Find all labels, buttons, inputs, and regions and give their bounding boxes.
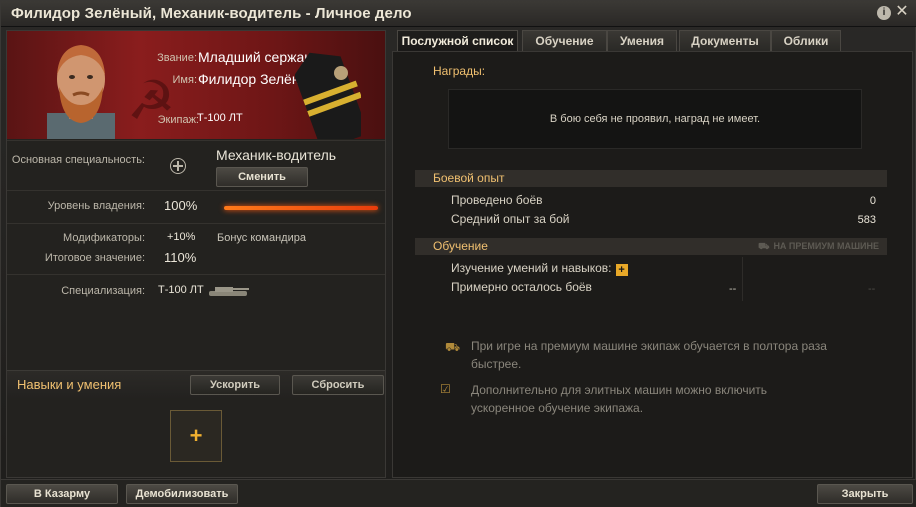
elite-note: Дополнительно для элитных машин можно вк… — [471, 383, 768, 415]
crew-label: Экипаж: — [157, 114, 199, 126]
accelerate-button[interactable]: Ускорить — [190, 375, 280, 395]
specialty-value: Механик-водитель — [216, 147, 337, 163]
skills-study-label: Изучение умений и навыков: — [451, 261, 612, 275]
add-icon[interactable]: + — [615, 264, 628, 276]
rank-label: Звание: — [157, 52, 197, 64]
battles-label: Проведено боёв — [451, 193, 543, 207]
battles-value: 0 — [869, 195, 876, 207]
personal-file-window: Филидор Зелёный, Механик-водитель - Личн… — [0, 0, 916, 507]
total-label: Итоговое значение: — [44, 252, 145, 264]
title-bar: Филидор Зелёный, Механик-водитель - Личн… — [1, 1, 916, 27]
elite-checkbox-icon: ☑ — [440, 382, 451, 396]
tab-service-record[interactable]: Послужной список — [397, 30, 518, 52]
tab-skills[interactable]: Умения — [607, 30, 677, 52]
footer: В Казарму Демобилизовать Закрыть — [1, 479, 916, 507]
specialty-label: Основная специальность: — [11, 154, 145, 166]
add-skill-button[interactable]: + — [170, 410, 222, 462]
modifiers-label: Модификаторы: — [63, 232, 145, 244]
profile-banner: ☭ Звание: Младший сержант Имя: Филидор З… — [7, 31, 385, 139]
skills-title: Навыки и умения — [17, 377, 122, 392]
driver-specialty-icon — [170, 158, 186, 174]
divider — [7, 190, 385, 191]
premium-icon: ⛟ — [758, 241, 770, 251]
divider — [7, 223, 385, 224]
proficiency-bar — [224, 206, 378, 210]
divider — [742, 257, 743, 301]
combat-header: Боевой опыт — [415, 170, 887, 187]
premium-note: При игре на премиум машине экипаж обучае… — [471, 339, 827, 371]
combat-title: Боевой опыт — [433, 171, 505, 185]
divider — [7, 140, 385, 141]
skills-header: Навыки и умения Ускорить Сбросить — [7, 370, 385, 398]
awards-title: Награды: — [433, 64, 486, 78]
divider — [7, 274, 385, 275]
reset-button[interactable]: Сбросить — [292, 375, 384, 395]
tab-bar: Послужной список Обучение Умения Докумен… — [392, 30, 913, 52]
crew-value: Т-100 ЛТ — [197, 112, 243, 124]
left-panel: ☭ Звание: Младший сержант Имя: Филидор З… — [6, 30, 386, 478]
skills-study-row: Изучение умений и навыков: + — [451, 261, 628, 276]
premium-label: ⛟ НА ПРЕМИУМ МАШИНЕ — [758, 241, 879, 251]
battles-left-label: Примерно осталось боёв — [451, 280, 592, 294]
right-panel: Послужной список Обучение Умения Докумен… — [392, 30, 913, 478]
training-title: Обучение — [433, 239, 488, 253]
commander-bonus: Бонус командира — [217, 232, 306, 244]
avg-xp-label: Средний опыт за бой — [451, 212, 570, 226]
change-specialty-button[interactable]: Сменить — [216, 167, 308, 187]
close-button[interactable]: Закрыть — [817, 484, 913, 504]
barracks-button[interactable]: В Казарму — [6, 484, 118, 504]
avg-xp-value: 583 — [857, 214, 876, 226]
specialization-label: Специализация: — [61, 285, 145, 297]
premium-tank-icon: ⛟ — [445, 340, 461, 354]
total-value: 110% — [164, 250, 197, 265]
battles-left-premium: -- — [868, 283, 876, 295]
awards-empty: В бою себя не проявил, наград не имеет. — [448, 89, 862, 149]
service-record-panel: Награды: В бою себя не проявил, наград н… — [392, 51, 913, 478]
close-icon[interactable]: ✕ — [894, 3, 910, 21]
proficiency-label: Уровень владения: — [47, 200, 145, 212]
tab-documents[interactable]: Документы — [679, 30, 771, 52]
battles-left-value: -- — [729, 283, 737, 295]
shoulder-strap-icon — [295, 52, 361, 139]
name-label: Имя: — [172, 74, 197, 86]
tab-training[interactable]: Обучение — [522, 30, 607, 52]
portrait — [47, 45, 115, 139]
tank-icon — [209, 287, 249, 296]
tab-appearance[interactable]: Облики — [771, 30, 841, 52]
training-header: Обучение ⛟ НА ПРЕМИУМ МАШИНЕ — [415, 238, 887, 255]
proficiency-value: 100% — [164, 198, 198, 213]
info-icon[interactable]: i — [877, 6, 891, 20]
window-title: Филидор Зелёный, Механик-водитель - Личн… — [11, 5, 412, 22]
specialization-value: Т-100 ЛТ — [158, 284, 204, 296]
modifiers-value: +10% — [167, 231, 196, 243]
demobilize-button[interactable]: Демобилизовать — [126, 484, 238, 504]
